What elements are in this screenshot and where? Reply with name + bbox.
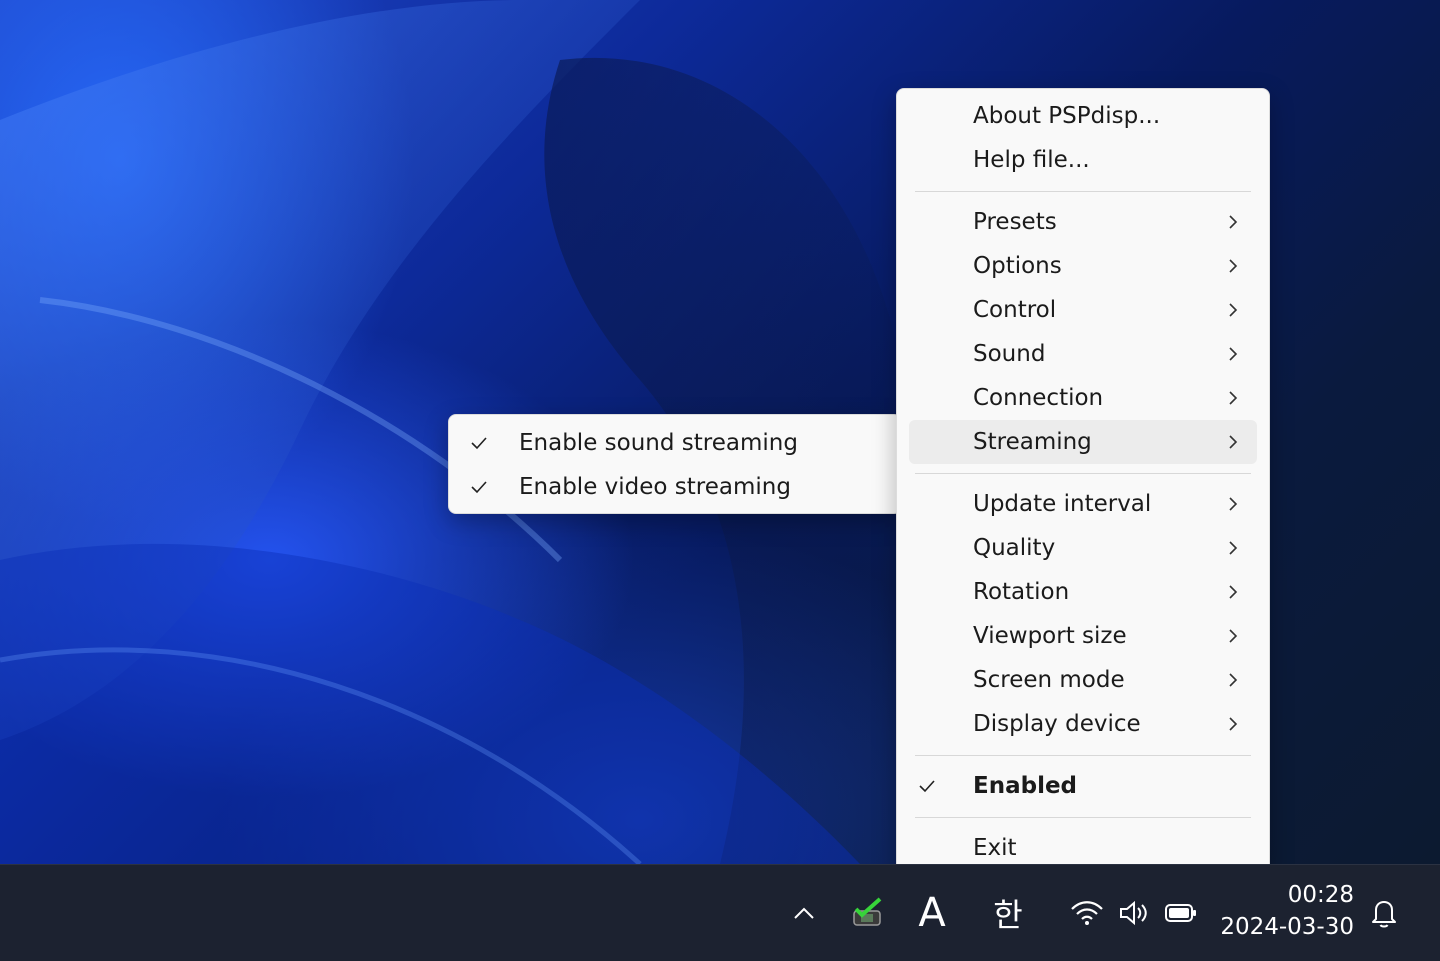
speaker-icon xyxy=(1120,900,1147,926)
menu-item-label: Screen mode xyxy=(973,667,1125,693)
menu-item-label: Exit xyxy=(973,835,1017,861)
streaming-submenu: Enable sound streaming Enable video stre… xyxy=(448,414,902,514)
ime-latin-label: A xyxy=(918,890,946,936)
menu-separator xyxy=(915,473,1251,474)
menu-item-label: Connection xyxy=(973,385,1104,411)
clock-time: 00:28 xyxy=(1287,882,1354,908)
menu-separator xyxy=(915,755,1251,756)
chevron-right-icon xyxy=(1229,259,1238,273)
chevron-right-icon xyxy=(1229,541,1238,555)
menu-item-enabled[interactable]: Enabled xyxy=(909,764,1257,808)
quick-settings-button[interactable] xyxy=(1064,865,1204,961)
menu-item-enable-video-streaming[interactable]: Enable video streaming xyxy=(455,465,895,509)
menu-item-update-interval[interactable]: Update interval xyxy=(909,482,1257,526)
chevron-right-icon xyxy=(1229,717,1238,731)
checkmark-icon xyxy=(471,481,487,494)
pspdisp-context-menu: About PSPdisp... Help file... Presets Op… xyxy=(896,88,1270,876)
menu-item-label: Rotation xyxy=(973,579,1070,605)
menu-item-label: Viewport size xyxy=(973,623,1127,649)
menu-item-rotation[interactable]: Rotation xyxy=(909,570,1257,614)
wifi-icon xyxy=(1071,901,1103,925)
menu-item-help-file[interactable]: Help file... xyxy=(909,138,1257,182)
menu-item-about[interactable]: About PSPdisp... xyxy=(909,94,1257,138)
ime-latin-indicator[interactable]: A xyxy=(910,865,954,961)
menu-item-connection[interactable]: Connection xyxy=(909,376,1257,420)
menu-item-label: Enabled xyxy=(973,773,1078,799)
clock-date: 2024-03-30 xyxy=(1220,914,1354,940)
menu-separator xyxy=(915,817,1251,818)
system-clock[interactable]: 00:28 2024-03-30 xyxy=(1220,879,1354,943)
notification-center-button[interactable] xyxy=(1364,865,1404,961)
chevron-right-icon xyxy=(1229,391,1238,405)
pspdisp-tray-icon xyxy=(853,897,882,926)
chevron-right-icon xyxy=(1229,435,1238,449)
chevron-right-icon xyxy=(1229,673,1238,687)
chevron-right-icon xyxy=(1229,215,1238,229)
chevron-right-icon xyxy=(1229,497,1238,511)
menu-item-label: Streaming xyxy=(973,429,1092,455)
menu-separator xyxy=(915,191,1251,192)
menu-item-label: Update interval xyxy=(973,491,1152,517)
bell-icon xyxy=(1372,901,1396,928)
chevron-right-icon xyxy=(1229,303,1238,317)
menu-item-presets[interactable]: Presets xyxy=(909,200,1257,244)
menu-item-quality[interactable]: Quality xyxy=(909,526,1257,570)
menu-item-label: Display device xyxy=(973,711,1141,737)
menu-item-label: Presets xyxy=(973,209,1057,235)
menu-item-label: About PSPdisp... xyxy=(973,103,1161,129)
menu-item-options[interactable]: Options xyxy=(909,244,1257,288)
menu-item-control[interactable]: Control xyxy=(909,288,1257,332)
checkmark-icon xyxy=(471,437,487,450)
menu-item-label: Help file... xyxy=(973,147,1090,173)
ime-hangul-label: 한 xyxy=(993,896,1023,934)
chevron-up-icon xyxy=(794,907,814,919)
battery-icon xyxy=(1165,904,1196,922)
menu-item-label: Quality xyxy=(973,535,1056,561)
menu-item-label: Sound xyxy=(973,341,1046,367)
menu-item-viewport-size[interactable]: Viewport size xyxy=(909,614,1257,658)
ime-hangul-indicator[interactable]: 한 xyxy=(984,865,1032,961)
menu-item-streaming[interactable]: Streaming xyxy=(909,420,1257,464)
chevron-right-icon xyxy=(1229,585,1238,599)
menu-item-label: Enable sound streaming xyxy=(519,430,798,456)
chevron-right-icon xyxy=(1229,629,1238,643)
pspdisp-tray-button[interactable] xyxy=(846,865,890,961)
menu-item-label: Control xyxy=(973,297,1057,323)
checkmark-icon xyxy=(919,780,935,793)
chevron-right-icon xyxy=(1229,347,1238,361)
menu-item-enable-sound-streaming[interactable]: Enable sound streaming xyxy=(455,421,895,465)
show-hidden-icons-button[interactable] xyxy=(784,865,824,961)
menu-item-sound[interactable]: Sound xyxy=(909,332,1257,376)
menu-item-display-device[interactable]: Display device xyxy=(909,702,1257,746)
menu-item-label: Options xyxy=(973,253,1062,279)
menu-item-label: Enable video streaming xyxy=(519,474,791,500)
taskbar: A 한 00:28 2024-03-30 xyxy=(0,864,1440,961)
menu-item-screen-mode[interactable]: Screen mode xyxy=(909,658,1257,702)
